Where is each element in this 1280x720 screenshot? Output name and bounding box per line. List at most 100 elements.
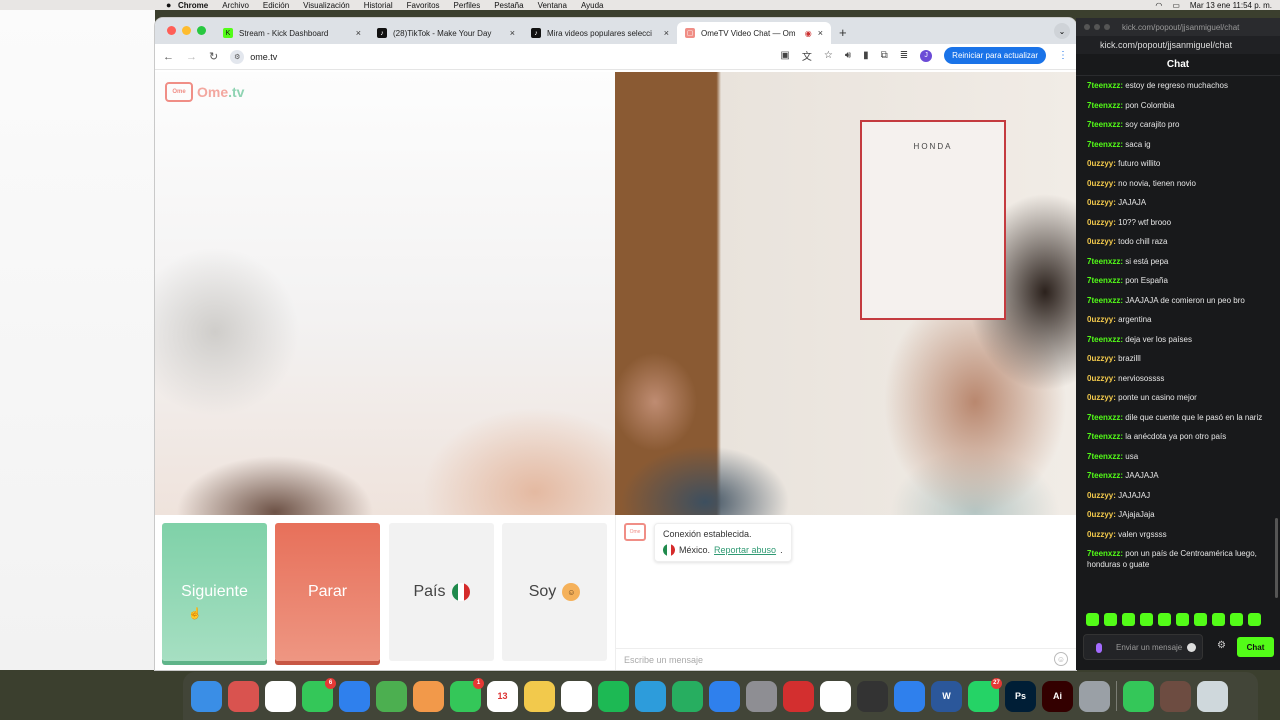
trash-icon[interactable] [1197,680,1228,712]
minimize-window-icon[interactable] [182,26,191,35]
tab-tiktok-videos[interactable]: ♪ Mira videos populares selecci × [523,22,677,44]
downloads-icon[interactable] [1160,680,1191,712]
zoom-window-icon[interactable] [1104,24,1110,30]
chat-username[interactable]: 0uzzyy: [1087,491,1116,500]
chat-username[interactable]: 7teenxzz: [1087,296,1123,305]
extensions-puzzle-icon[interactable]: ⧉ [881,50,888,61]
update-button[interactable]: Reiniciar para actualizar [944,47,1046,64]
chat-username[interactable]: 0uzzyy: [1087,218,1116,227]
tab-search-icon[interactable]: ⌄ [1054,23,1070,39]
preview-icon[interactable] [1079,680,1110,712]
menu-clock[interactable]: Mar 13 ene 11:54 p. m. [1190,1,1272,10]
close-tab-icon[interactable]: × [356,28,361,38]
zoom-window-icon[interactable] [197,26,206,35]
report-abuse-link[interactable]: Reportar abuso [714,545,776,555]
photos-icon[interactable] [413,680,444,712]
emote-icon[interactable] [1230,613,1243,626]
screen-recorder-icon[interactable] [1123,680,1154,712]
spotify-icon[interactable] [598,680,629,712]
message-input[interactable]: Escribe un mensaje [616,648,1076,670]
system-settings-icon[interactable] [746,680,777,712]
tab-kick-dashboard[interactable]: K Stream - Kick Dashboard × [215,22,369,44]
emote-icon[interactable] [1086,613,1099,626]
launchpad-icon[interactable] [228,680,259,712]
close-tab-icon[interactable]: × [818,28,823,38]
facetime-icon[interactable]: 1 [450,677,484,712]
chat-username[interactable]: 7teenxzz: [1087,335,1123,344]
photoshop-icon[interactable]: Ps [1005,680,1036,712]
stop-button[interactable]: Parar [275,523,380,661]
chat-username[interactable]: 7teenxzz: [1087,432,1123,441]
emote-icon[interactable] [1212,613,1225,626]
profile-avatar[interactable]: J [920,49,933,62]
chat-username[interactable]: 7teenxzz: [1087,452,1123,461]
emote-icon[interactable] [1158,613,1171,626]
menu-item-perfiles[interactable]: Perfiles [454,1,481,10]
menu-item-historial[interactable]: Historial [364,1,393,10]
whatsapp-icon[interactable]: 27 [968,677,1002,712]
menu-item-pestana[interactable]: Pestaña [494,1,523,10]
wifi-icon[interactable]: ◠ [1155,1,1162,10]
minimize-window-icon[interactable] [1094,24,1100,30]
menu-item-edicion[interactable]: Edición [263,1,289,10]
chat-username[interactable]: 0uzzyy: [1087,374,1116,383]
chat-username[interactable]: 7teenxzz: [1087,471,1123,480]
acrobat-icon[interactable] [783,680,814,712]
emoji-icon[interactable] [1187,643,1196,652]
calendar-icon[interactable]: 13 [487,680,518,712]
menu-item-ayuda[interactable]: Ayuda [581,1,604,10]
translate-icon[interactable]: 文 [802,48,812,63]
menu-item-favoritos[interactable]: Favoritos [407,1,440,10]
emoji-icon[interactable]: ☺ [1054,652,1068,666]
numbers-icon[interactable] [672,680,703,712]
send-chat-button[interactable]: Chat [1237,637,1274,657]
menu-app-name[interactable]: Chrome [178,1,208,10]
new-tab-button[interactable]: + [831,25,855,44]
chat-username[interactable]: 0uzzyy: [1087,237,1116,246]
gender-button[interactable]: Soy ☺ [502,523,607,661]
extension-icon[interactable]: ▮ [863,50,869,61]
obs-icon[interactable] [857,680,888,712]
finder-icon[interactable] [191,680,222,712]
chrome-icon[interactable] [265,680,296,712]
chat-username[interactable]: 7teenxzz: [1087,81,1123,90]
close-window-icon[interactable] [1084,24,1090,30]
emote-icon[interactable] [1104,613,1117,626]
capcut-icon[interactable] [820,680,851,712]
menu-item-visualizacion[interactable]: Visualización [303,1,350,10]
messages-icon[interactable]: 6 [302,677,336,712]
scrollbar[interactable] [1275,518,1278,598]
apple-menu-icon[interactable]: ● [166,0,171,10]
country-button[interactable]: País [389,523,494,661]
chat-username[interactable]: 0uzzyy: [1087,354,1116,363]
chat-username[interactable]: 0uzzyy: [1087,315,1116,324]
chat-username[interactable]: 7teenxzz: [1087,101,1123,110]
chat-username[interactable]: 0uzzyy: [1087,198,1116,207]
illustrator-icon[interactable]: Ai [1042,680,1073,712]
tab-ometv[interactable]: ▢ OmeTV Video Chat — Om ◉ × [677,22,831,44]
ometv-logo[interactable]: Ome Ome.tv [165,82,244,102]
gear-icon[interactable]: ⚙ [1217,640,1226,651]
emote-icon[interactable] [1122,613,1135,626]
kick-url-bar[interactable]: kick.com/popout/jjsanmiguel/chat [1076,36,1280,54]
mail-icon[interactable] [339,680,370,712]
reading-list-icon[interactable]: ≣ [900,50,908,61]
chat-username[interactable]: 0uzzyy: [1087,530,1116,539]
menu-item-archivo[interactable]: Archivo [222,1,249,10]
forward-icon[interactable]: → [186,51,197,63]
close-tab-icon[interactable]: × [510,28,515,38]
kick-message-input[interactable]: Enviar un mensaje [1083,634,1203,660]
menu-item-ventana[interactable]: Ventana [538,1,567,10]
emote-icon[interactable] [1248,613,1261,626]
chat-username[interactable]: 7teenxzz: [1087,120,1123,129]
close-window-icon[interactable] [167,26,176,35]
reload-icon[interactable]: ↻ [209,50,218,63]
url-text[interactable]: ome.tv [250,52,277,62]
chat-username[interactable]: 0uzzyy: [1087,393,1116,402]
close-tab-icon[interactable]: × [664,28,669,38]
chat-username[interactable]: 0uzzyy: [1087,510,1116,519]
xcode-icon[interactable] [894,680,925,712]
chat-username[interactable]: 7teenxzz: [1087,276,1123,285]
chat-username[interactable]: 0uzzyy: [1087,179,1116,188]
freeform-icon[interactable] [561,680,592,712]
